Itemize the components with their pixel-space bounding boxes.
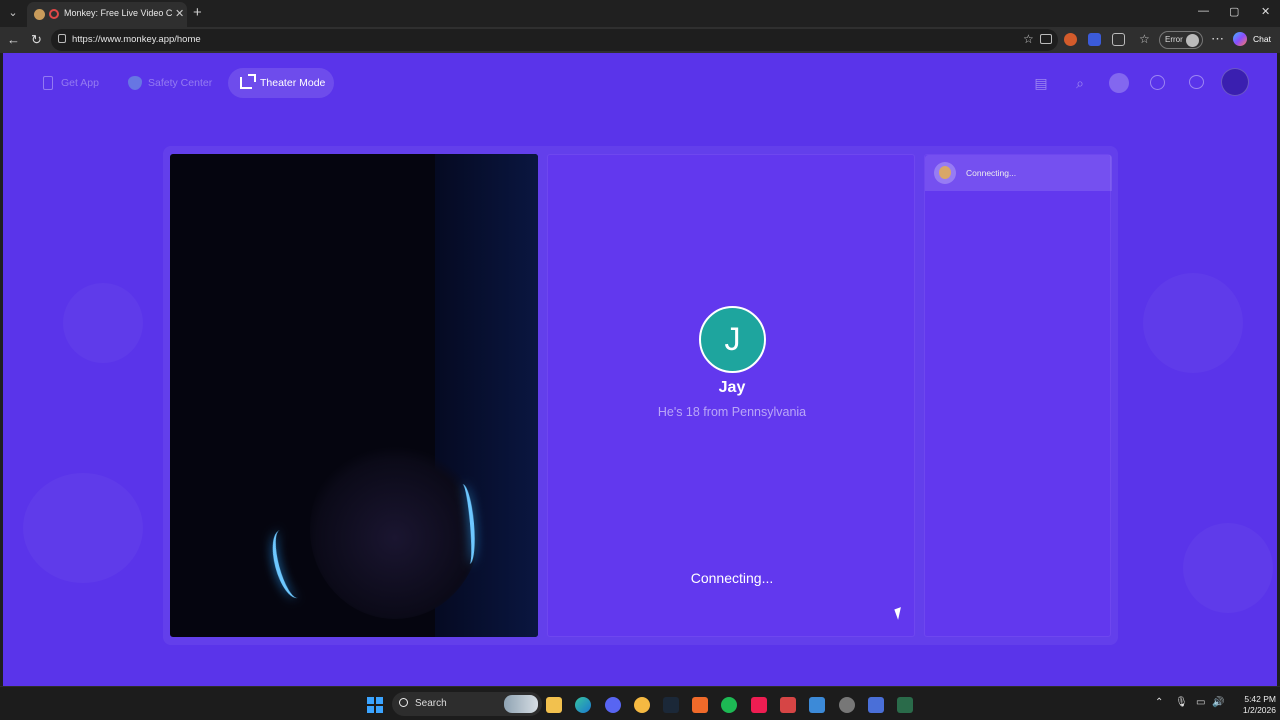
chat-connection-status: Connecting... (966, 168, 1017, 178)
volume-icon[interactable]: 🔊 (1212, 697, 1224, 708)
discord-icon[interactable] (605, 697, 621, 713)
background-pattern (63, 283, 143, 363)
address-bar[interactable]: https://www.monkey.app/home ☆ (51, 29, 1058, 51)
chat-panel: Connecting... (924, 154, 1112, 637)
monkey-favicon-icon (34, 9, 45, 20)
system-clock[interactable]: 5:42 PM 1/2/2026 (1228, 694, 1276, 716)
clock-time: 5:42 PM (1244, 694, 1276, 704)
search-icon (399, 698, 408, 707)
phone-icon (43, 76, 53, 90)
app-icon[interactable] (692, 697, 708, 713)
connection-status: Connecting... (690, 570, 774, 586)
steam-icon[interactable] (663, 697, 679, 713)
file-explorer-icon[interactable] (546, 697, 562, 713)
profile-avatar-icon (1186, 34, 1199, 47)
browser-tab-bar: ⌄ Monkey: Free Live Video Chat ✕ + — ▢ ✕ (0, 0, 1280, 27)
safety-center-button[interactable]: Safety Center (118, 68, 220, 98)
headphone-glow (266, 526, 312, 602)
app-icon[interactable] (634, 697, 650, 713)
minimize-button[interactable]: — (1198, 5, 1209, 17)
app-icon[interactable] (868, 697, 884, 713)
monkey-page: Get App Safety Center Theater Mode ▤ ⌕ J… (3, 53, 1277, 686)
search-icon[interactable]: ⌕ (1070, 73, 1090, 93)
expand-icon (240, 74, 256, 89)
taskbar-search-label: Search (415, 698, 447, 709)
profile-status-label: Error (1165, 35, 1183, 44)
windows-taskbar: Search ⌃ 🎙 ▭ 🔊 5:42 PM 1/2/2026 (0, 686, 1280, 720)
partner-avatar: J (699, 306, 766, 373)
chat-header: Connecting... (925, 155, 1112, 191)
recording-indicator-icon (49, 9, 59, 19)
favorite-star-icon[interactable]: ☆ (1023, 32, 1034, 46)
browser-toolbar: ← ↻ https://www.monkey.app/home ☆ ☆ Erro… (0, 27, 1280, 53)
taskbar-search[interactable]: Search (392, 692, 542, 716)
tab-close-button[interactable]: ✕ (175, 7, 184, 20)
extensions-puzzle-icon[interactable] (1112, 33, 1125, 46)
background-pattern (23, 473, 143, 583)
tab-list-chevron-icon[interactable]: ⌄ (4, 5, 22, 22)
user-avatar[interactable] (1221, 68, 1249, 96)
browser-tab[interactable]: Monkey: Free Live Video Chat ✕ (27, 2, 187, 27)
clock-date: 1/2/2026 (1242, 705, 1276, 715)
monkey-icon (934, 162, 956, 184)
partner-panel: J Jay He's 18 from Pennsylvania Connecti… (547, 154, 915, 637)
back-arrow-icon[interactable]: ← (7, 32, 20, 47)
start-button[interactable] (367, 697, 383, 713)
spotify-icon[interactable] (721, 697, 737, 713)
reload-icon[interactable]: ↻ (31, 32, 42, 48)
tiktok-icon[interactable] (751, 697, 767, 713)
network-icon[interactable]: ▭ (1196, 697, 1205, 708)
maximize-button[interactable]: ▢ (1229, 5, 1239, 18)
safety-center-label: Safety Center (148, 77, 213, 89)
video-subject (310, 439, 480, 619)
microphone-icon[interactable]: 🎙 (1175, 697, 1188, 708)
tab-title: Monkey: Free Live Video Chat (64, 8, 172, 18)
shield-icon (128, 76, 142, 90)
more-menu-icon[interactable]: ⋯ (1211, 31, 1224, 47)
messages-icon[interactable] (1189, 75, 1204, 89)
site-info-icon[interactable] (58, 34, 66, 43)
theater-mode-button[interactable]: Theater Mode (228, 68, 334, 98)
window-close-button[interactable]: ✕ (1261, 5, 1270, 18)
partner-name: Jay (718, 379, 746, 396)
friends-icon[interactable] (1109, 73, 1129, 93)
profile-error-button[interactable]: Error (1159, 31, 1203, 49)
get-app-label: Get App (61, 77, 99, 89)
terminal-icon[interactable] (897, 697, 913, 713)
show-hidden-icons-icon[interactable]: ⌃ (1155, 697, 1163, 708)
store-icon[interactable] (809, 697, 825, 713)
chat-button-label: Chat (1253, 34, 1271, 44)
edge-browser-icon[interactable] (575, 697, 591, 713)
history-clock-icon[interactable] (1150, 75, 1165, 90)
shield-extension-icon[interactable] (1088, 33, 1101, 46)
favorites-icon[interactable]: ☆ (1139, 32, 1150, 46)
search-highlight-image (504, 695, 538, 713)
camera-in-use-icon[interactable] (1040, 34, 1052, 44)
app-icon[interactable] (780, 697, 796, 713)
partner-info: He's 18 from Pennsylvania (657, 405, 807, 419)
copilot-logo-icon (1233, 32, 1247, 46)
video-chat-stage: J Jay He's 18 from Pennsylvania Connecti… (163, 146, 1118, 645)
get-app-button[interactable]: Get App (31, 68, 111, 98)
background-pattern (1183, 523, 1273, 613)
extension-icon[interactable] (1064, 33, 1077, 46)
shop-icon[interactable]: ▤ (1031, 73, 1051, 93)
theater-mode-label: Theater Mode (260, 77, 326, 89)
url-text[interactable]: https://www.monkey.app/home (72, 34, 201, 45)
copilot-chat-button[interactable]: Chat (1232, 31, 1276, 49)
self-video-feed (170, 154, 538, 637)
background-pattern (1143, 273, 1243, 373)
app-icon[interactable] (839, 697, 855, 713)
new-tab-button[interactable]: + (193, 4, 202, 21)
